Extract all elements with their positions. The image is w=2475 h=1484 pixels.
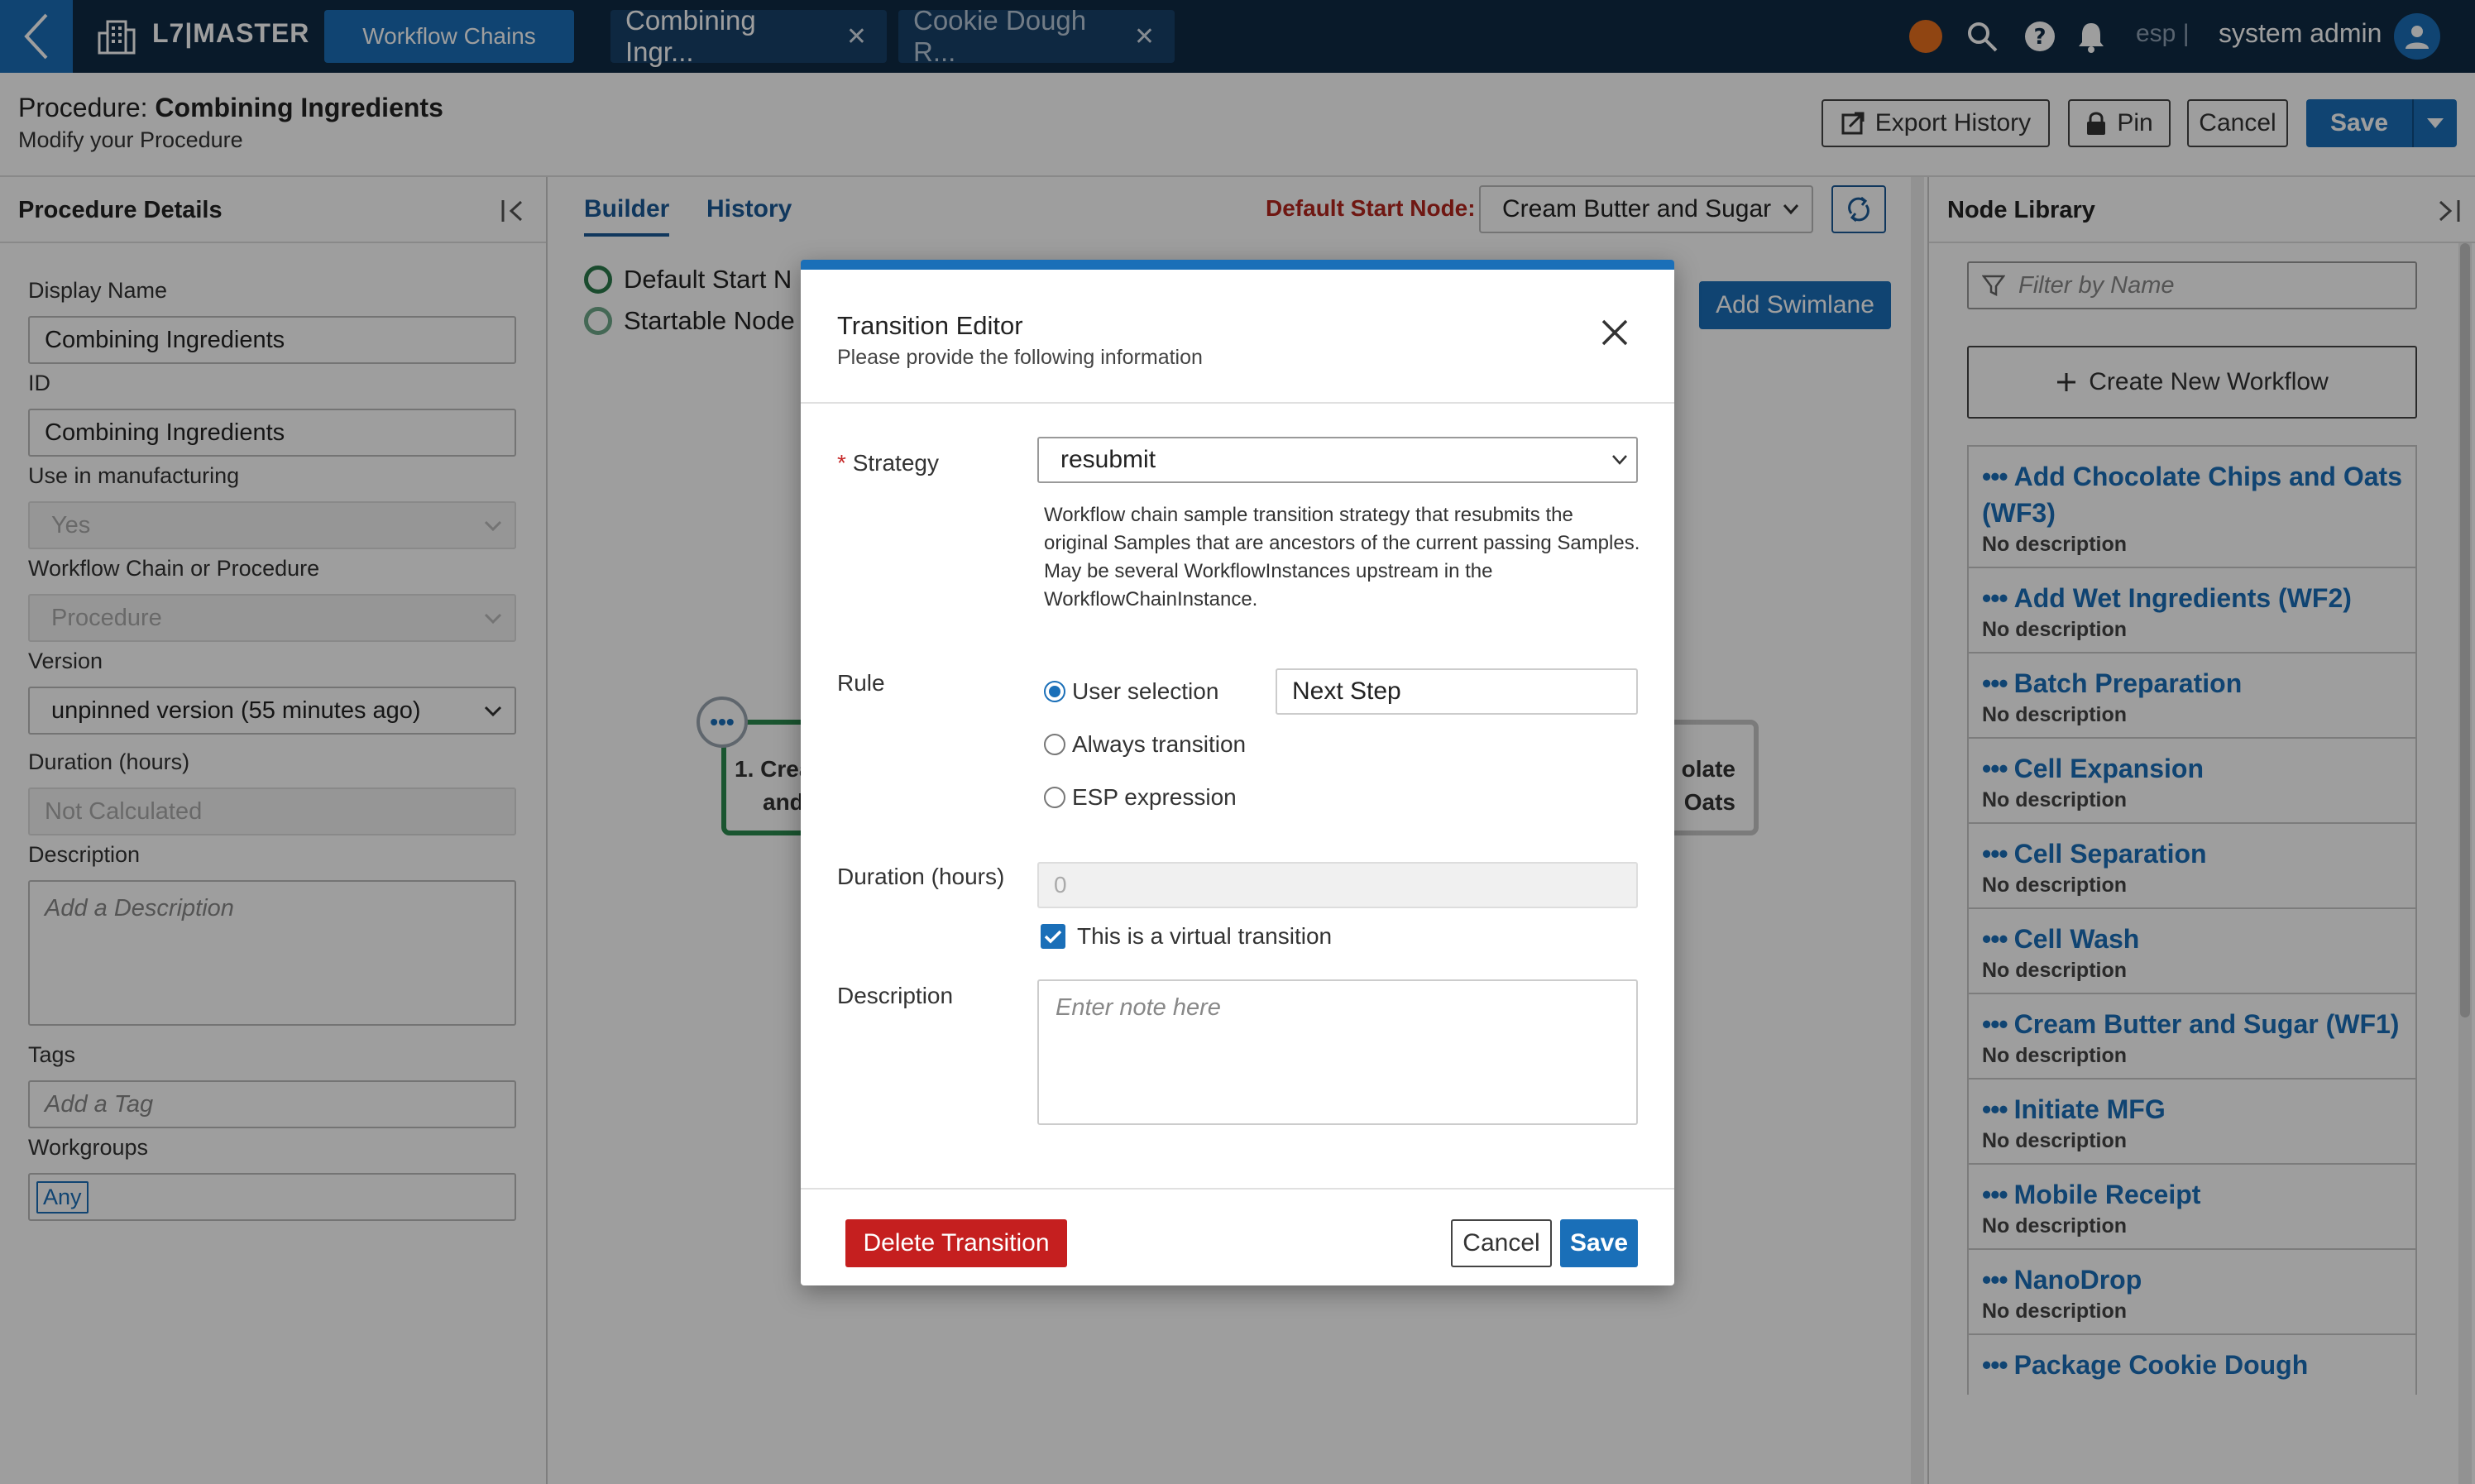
check-icon	[1044, 930, 1062, 944]
checkbox-label: This is a virtual transition	[1077, 923, 1333, 949]
radio-button[interactable]	[1044, 681, 1065, 702]
divider	[801, 1188, 1674, 1190]
required-marker: *	[837, 450, 846, 476]
strategy-label: * Strategy	[837, 450, 939, 476]
delete-transition-button[interactable]: Delete Transition	[845, 1219, 1067, 1267]
strategy-select[interactable]: resubmit	[1037, 437, 1638, 483]
virtual-transition-checkbox-row[interactable]: This is a virtual transition	[1041, 923, 1332, 950]
dialog-subtitle: Please provide the following information	[837, 346, 1203, 369]
cancel-button[interactable]: Cancel	[1451, 1219, 1552, 1267]
rule-option-always-transition[interactable]: Always transition	[1044, 731, 1246, 758]
next-step-input[interactable]: Next Step	[1276, 668, 1638, 715]
description-label: Description	[837, 983, 954, 1008]
duration-label: Duration (hours)	[837, 864, 1005, 889]
radio-button[interactable]	[1044, 734, 1065, 755]
divider	[801, 402, 1674, 404]
strategy-help-text: Workflow chain sample transition strateg…	[1044, 504, 1640, 610]
transition-editor-dialog: Transition Editor Please provide the fol…	[801, 260, 1674, 1285]
close-icon[interactable]	[1600, 318, 1630, 347]
dialog-title: Transition Editor	[837, 311, 1023, 340]
radio-label: Always transition	[1072, 731, 1247, 757]
save-button[interactable]: Save	[1560, 1219, 1638, 1267]
radio-button[interactable]	[1044, 787, 1065, 808]
checkbox[interactable]	[1041, 924, 1065, 949]
description-textarea[interactable]: Enter note here	[1037, 979, 1638, 1125]
strategy-label-text: Strategy	[852, 450, 939, 476]
radio-label: User selection	[1072, 678, 1219, 704]
rule-label: Rule	[837, 670, 885, 696]
radio-label: ESP expression	[1072, 784, 1237, 810]
rule-option-esp-expression[interactable]: ESP expression	[1044, 784, 1237, 811]
strategy-value: resubmit	[1060, 446, 1156, 473]
rule-option-user-selection[interactable]: User selection	[1044, 678, 1218, 705]
duration-input: 0	[1037, 862, 1638, 908]
chevron-down-icon	[1612, 455, 1627, 465]
